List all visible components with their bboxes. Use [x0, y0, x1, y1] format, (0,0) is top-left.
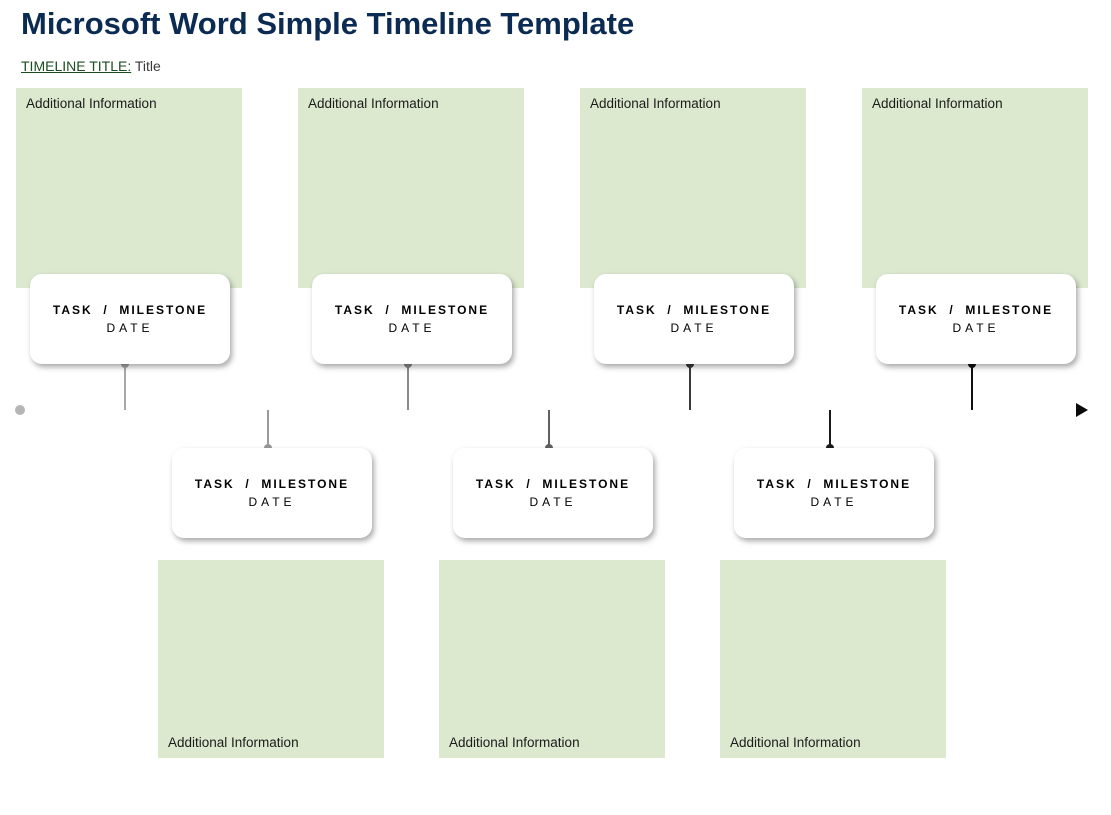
additional-info-box: Additional Information: [580, 88, 806, 288]
milestone-card: TASK / MILESTONE DATE: [30, 274, 230, 364]
milestone-date-line: DATE: [248, 495, 295, 509]
additional-info-box: Additional Information: [720, 560, 946, 758]
milestone-task-line: TASK / MILESTONE: [53, 303, 207, 317]
milestone-card: TASK / MILESTONE DATE: [172, 448, 372, 538]
milestone-task-line: TASK / MILESTONE: [617, 303, 771, 317]
additional-info-box: Additional Information: [439, 560, 665, 758]
milestone-card: TASK / MILESTONE DATE: [876, 274, 1076, 364]
milestone-date-line: DATE: [388, 321, 435, 335]
additional-info-box: Additional Information: [158, 560, 384, 758]
milestone-card: TASK / MILESTONE DATE: [453, 448, 653, 538]
milestone-date-line: DATE: [952, 321, 999, 335]
page-title: Microsoft Word Simple Timeline Template: [21, 6, 634, 42]
timeline-template: Microsoft Word Simple Timeline Template …: [0, 0, 1111, 815]
subtitle-label: TIMELINE TITLE:: [21, 58, 131, 74]
milestone-date-line: DATE: [670, 321, 717, 335]
additional-info-box: Additional Information: [298, 88, 524, 288]
milestone-card: TASK / MILESTONE DATE: [594, 274, 794, 364]
additional-info-box: Additional Information: [16, 88, 242, 288]
timeline-subtitle: TIMELINE TITLE: Title: [21, 58, 161, 74]
milestone-date-line: DATE: [529, 495, 576, 509]
milestone-task-line: TASK / MILESTONE: [195, 477, 349, 491]
milestone-card: TASK / MILESTONE DATE: [312, 274, 512, 364]
milestone-card: TASK / MILESTONE DATE: [734, 448, 934, 538]
additional-info-box: Additional Information: [862, 88, 1088, 288]
subtitle-value-text: Title: [135, 58, 161, 74]
milestone-task-line: TASK / MILESTONE: [335, 303, 489, 317]
milestone-task-line: TASK / MILESTONE: [476, 477, 630, 491]
milestone-date-line: DATE: [810, 495, 857, 509]
milestone-date-line: DATE: [106, 321, 153, 335]
milestone-task-line: TASK / MILESTONE: [757, 477, 911, 491]
milestone-task-line: TASK / MILESTONE: [899, 303, 1053, 317]
